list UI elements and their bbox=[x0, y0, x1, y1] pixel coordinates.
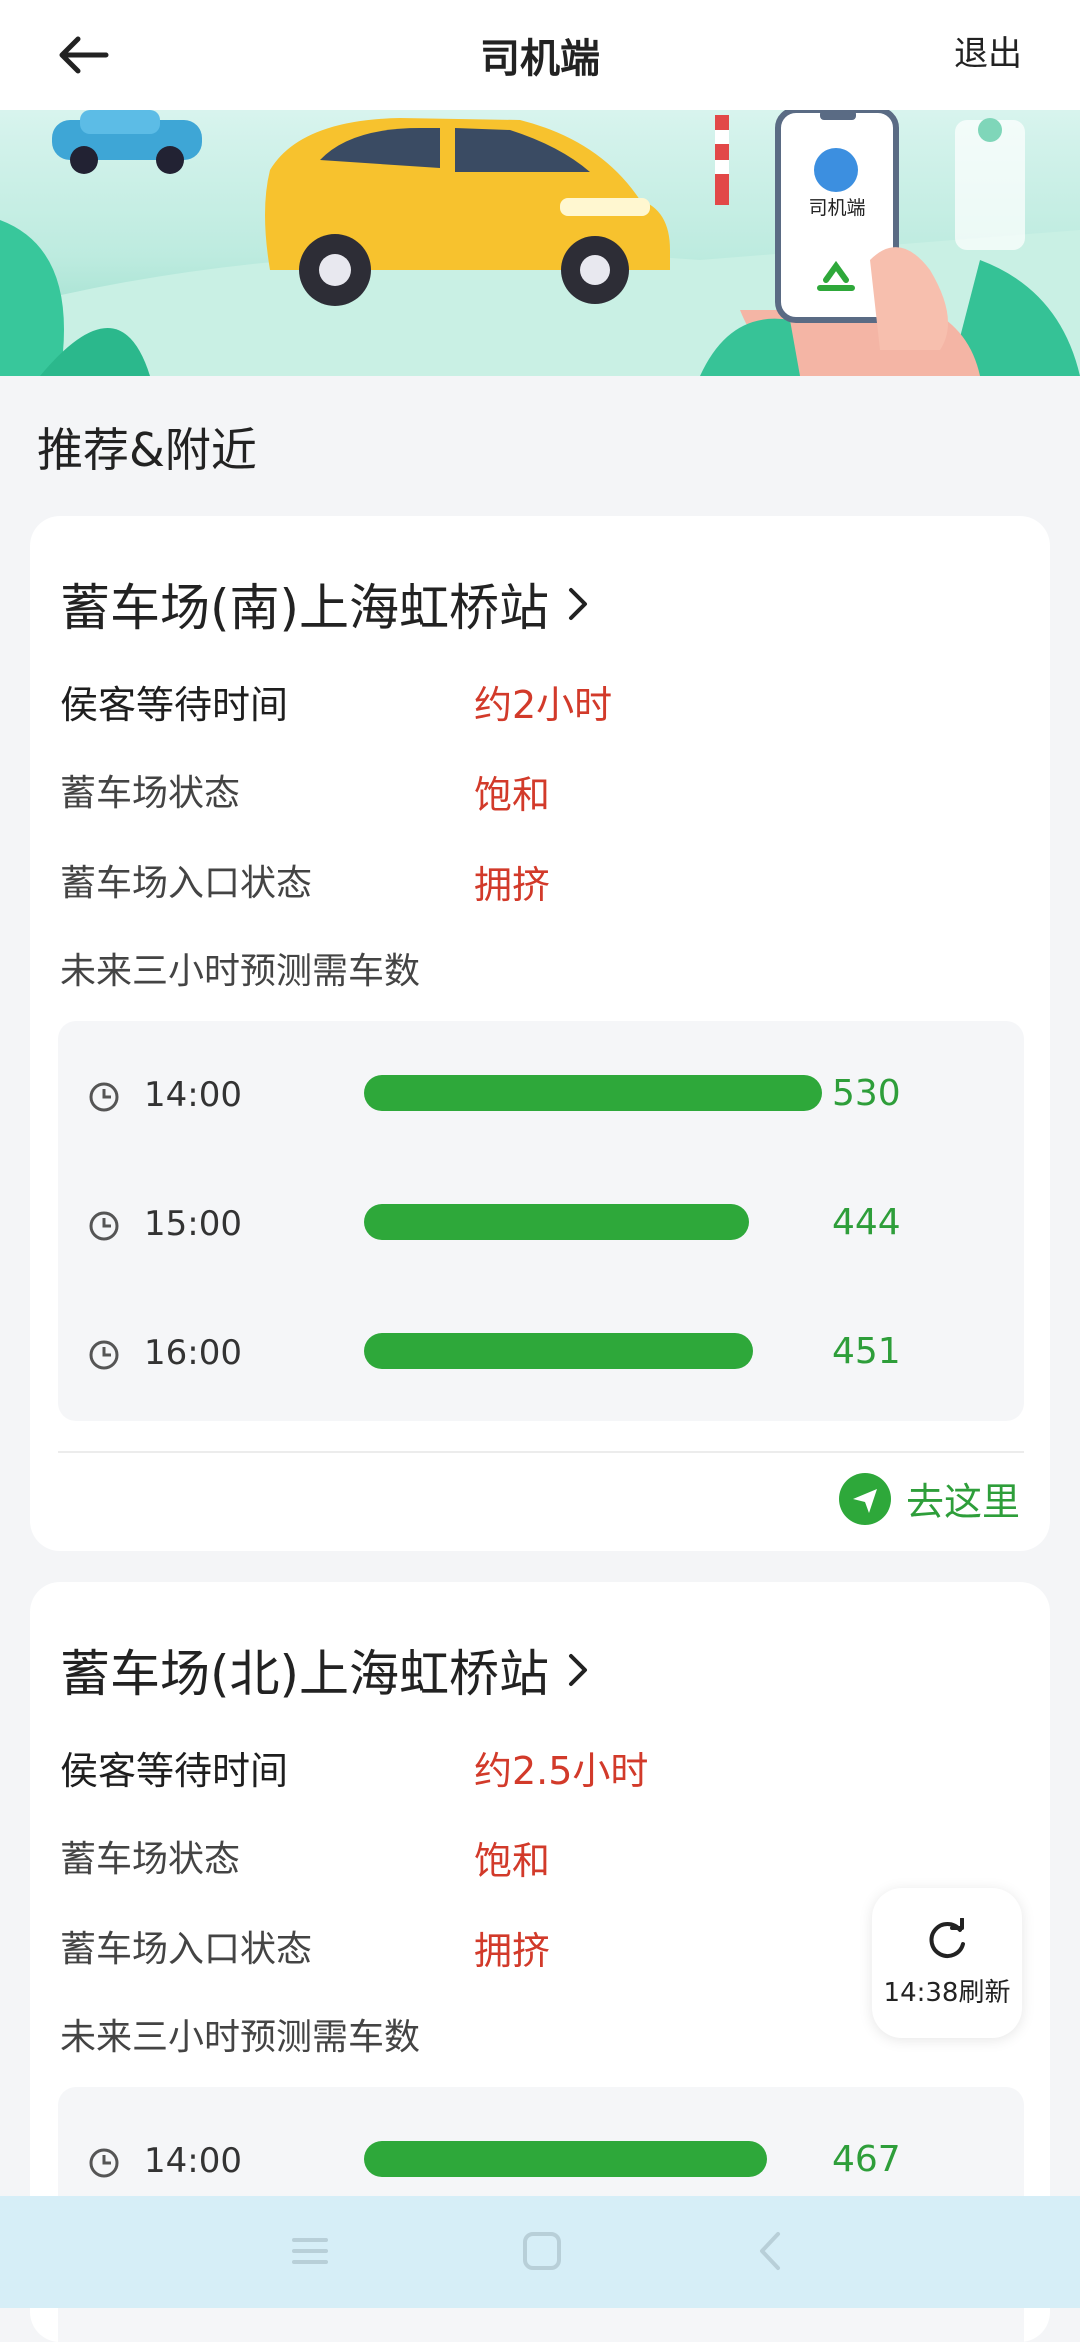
clock-icon bbox=[89, 1211, 119, 1241]
entrance-status-label: 蓄车场入口状态 bbox=[60, 863, 313, 904]
card-title: 蓄车场(南)上海虹桥站 bbox=[60, 579, 550, 637]
wait-time-label: 侯客等待时间 bbox=[60, 683, 289, 727]
parking-card-south: 蓄车场(南)上海虹桥站 侯客等待时间 约2小时 蓄车场状态 饱和 蓄车场入口状态… bbox=[30, 516, 1050, 1551]
clock-icon bbox=[89, 1340, 119, 1370]
forecast-bar bbox=[364, 1204, 749, 1240]
lot-status-label: 蓄车场状态 bbox=[60, 1839, 241, 1880]
go-here-label: 去这里 bbox=[905, 1480, 1020, 1524]
forecast-count: 444 bbox=[832, 1202, 901, 1243]
refresh-button[interactable]: 14:38刷新 bbox=[872, 1888, 1022, 2038]
forecast-time: 14:00 bbox=[144, 1075, 242, 1115]
section-title: 推荐&附近 bbox=[37, 423, 257, 477]
home-square-icon bbox=[523, 2232, 561, 2270]
home-nav-button[interactable] bbox=[520, 2226, 564, 2280]
forecast-time: 16:00 bbox=[144, 1333, 242, 1373]
lot-status-value: 饱和 bbox=[474, 773, 551, 817]
chevron-right-icon bbox=[569, 1654, 588, 1686]
forecast-label: 未来三小时预测需车数 bbox=[60, 951, 421, 992]
refresh-icon bbox=[929, 1917, 965, 1958]
entrance-status-label: 蓄车场入口状态 bbox=[60, 1929, 313, 1970]
forecast-count: 467 bbox=[832, 2139, 901, 2180]
wait-time-value: 约2小时 bbox=[474, 683, 613, 727]
forecast-time: 15:00 bbox=[144, 1204, 242, 1244]
clock-icon bbox=[89, 2148, 119, 2178]
back-chevron-icon bbox=[760, 2232, 780, 2270]
forecast-time: 14:00 bbox=[144, 2141, 242, 2181]
arrow-left-icon bbox=[59, 36, 109, 74]
back-button[interactable] bbox=[50, 22, 116, 88]
back-nav-button[interactable] bbox=[752, 2226, 788, 2280]
exit-button[interactable]: 退出 bbox=[954, 26, 1022, 75]
card-divider bbox=[58, 1451, 1024, 1453]
forecast-bar bbox=[364, 1075, 822, 1111]
forecast-row: 14:00 530 bbox=[58, 1067, 1024, 1127]
menu-icon bbox=[292, 2238, 328, 2264]
forecast-count: 530 bbox=[832, 1073, 901, 1114]
forecast-bar bbox=[364, 1333, 753, 1369]
wait-time-value: 约2.5小时 bbox=[474, 1749, 649, 1793]
wait-time-label: 侯客等待时间 bbox=[60, 1749, 289, 1793]
chevron-right-icon bbox=[569, 588, 588, 620]
forecast-list: 14:00 530 15:00 444 16:00 451 bbox=[58, 1021, 1024, 1421]
lot-status-value: 饱和 bbox=[474, 1839, 551, 1883]
card-title-link[interactable]: 蓄车场(南)上海虹桥站 bbox=[60, 568, 589, 640]
page-title: 司机端 bbox=[480, 36, 600, 82]
app-header: 司机端 退出 bbox=[0, 0, 1080, 110]
taxi-illustration: 司机端 bbox=[0, 110, 1080, 376]
entrance-status-value: 拥挤 bbox=[474, 1929, 551, 1973]
forecast-count: 451 bbox=[832, 1331, 901, 1372]
card-title-link[interactable]: 蓄车场(北)上海虹桥站 bbox=[60, 1634, 589, 1706]
entrance-status-value: 拥挤 bbox=[474, 863, 551, 907]
lot-status-label: 蓄车场状态 bbox=[60, 773, 241, 814]
navigate-icon bbox=[838, 1472, 891, 1525]
go-here-button[interactable]: 去这里 bbox=[838, 1471, 1020, 1526]
card-title: 蓄车场(北)上海虹桥站 bbox=[60, 1645, 550, 1703]
phone-label: 司机端 bbox=[808, 197, 865, 219]
clock-icon bbox=[89, 1082, 119, 1112]
forecast-label: 未来三小时预测需车数 bbox=[60, 2017, 421, 2058]
menu-nav-button[interactable] bbox=[290, 2226, 330, 2280]
forecast-row: 14:00 467 bbox=[58, 2133, 1024, 2193]
forecast-bar bbox=[364, 2141, 767, 2177]
banner-illustration: 司机端 bbox=[0, 110, 1080, 376]
system-nav-bar bbox=[0, 2196, 1080, 2308]
refresh-label: 14:38刷新 bbox=[883, 1977, 1011, 2008]
forecast-row: 15:00 444 bbox=[58, 1196, 1024, 1256]
forecast-row: 16:00 451 bbox=[58, 1325, 1024, 1385]
